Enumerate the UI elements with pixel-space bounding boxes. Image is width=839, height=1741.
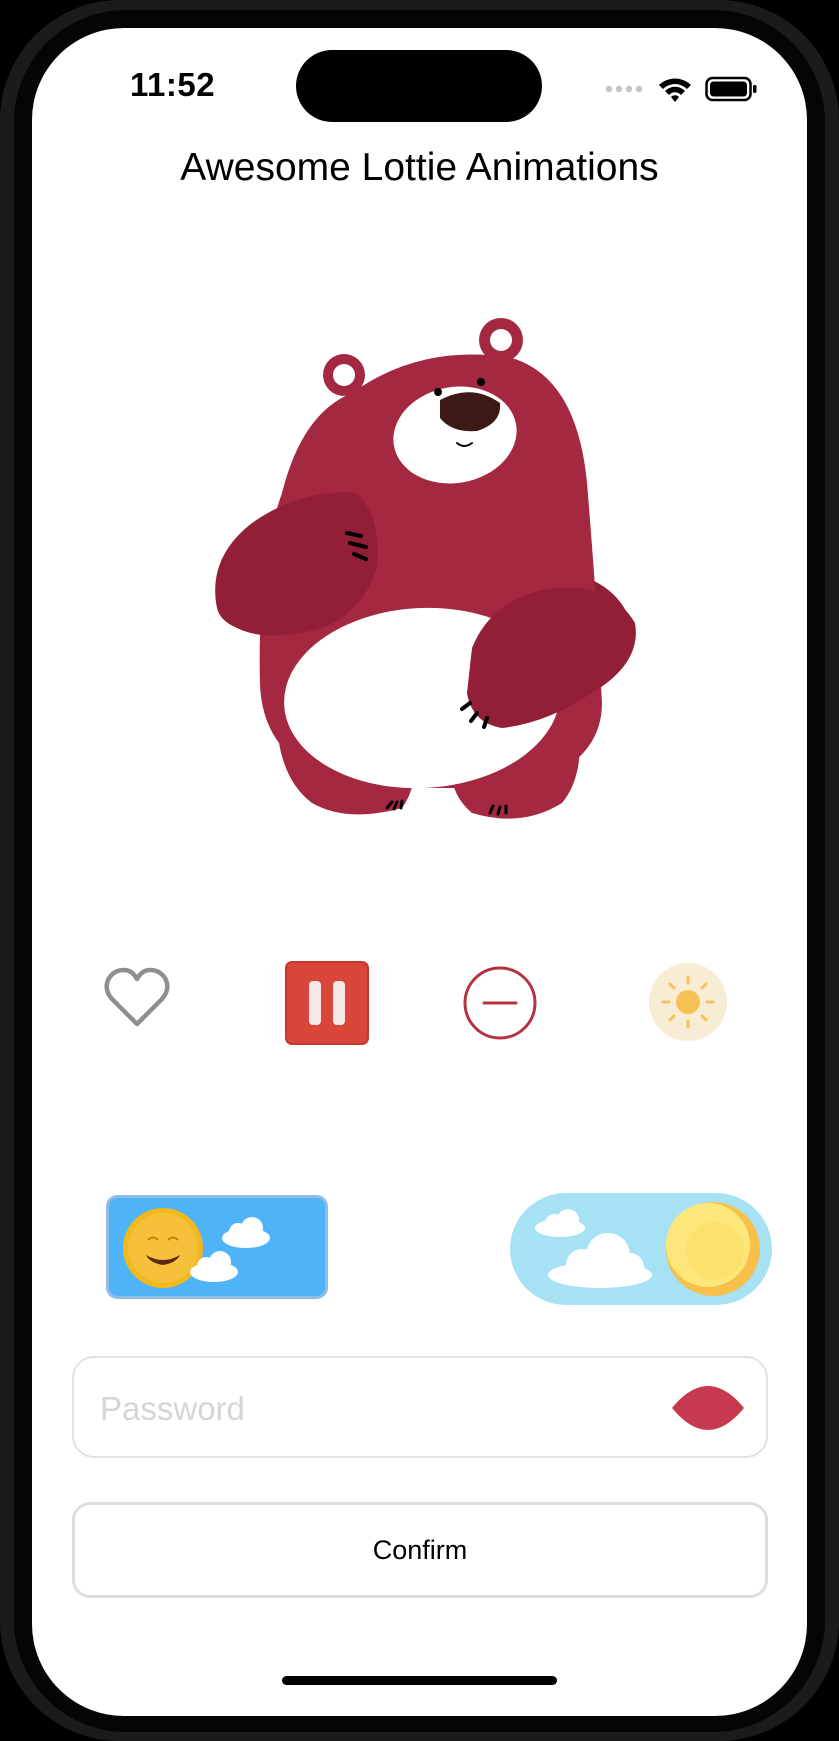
status-icons — [605, 72, 757, 106]
day-sun-toggle-graphic — [106, 1195, 328, 1299]
sun-knob-icon — [666, 1202, 760, 1296]
day-night-toggle-graphic — [510, 1193, 772, 1305]
page-title: Awesome Lottie Animations — [180, 146, 659, 189]
dynamic-island — [296, 50, 542, 122]
sun-icon — [649, 963, 727, 1041]
sun-button[interactable] — [648, 962, 728, 1042]
eye-toggle-icon[interactable] — [670, 1382, 746, 1434]
password-field[interactable] — [72, 1356, 768, 1458]
smiling-sun-icon — [123, 1208, 203, 1288]
day-sun-toggle[interactable] — [106, 1195, 328, 1299]
status-time: 11:52 — [130, 66, 216, 103]
cellular-dots-icon — [605, 85, 643, 93]
pause-button[interactable] — [285, 961, 369, 1045]
home-indicator[interactable] — [282, 1676, 557, 1685]
heart-icon — [104, 967, 170, 1027]
heart-button[interactable] — [100, 963, 174, 1033]
app-screen: 11:52 Awesome Lottie Animations Confirm — [32, 28, 807, 1716]
confirm-button[interactable]: Confirm — [72, 1502, 768, 1598]
wifi-icon — [659, 78, 691, 102]
minus-circle-button[interactable] — [460, 963, 540, 1043]
password-input[interactable] — [98, 1376, 662, 1442]
day-night-toggle[interactable] — [510, 1193, 772, 1305]
bear-icon — [215, 318, 636, 819]
minus-circle-icon — [463, 966, 537, 1040]
pause-icon — [285, 961, 369, 1045]
battery-icon — [705, 76, 757, 102]
